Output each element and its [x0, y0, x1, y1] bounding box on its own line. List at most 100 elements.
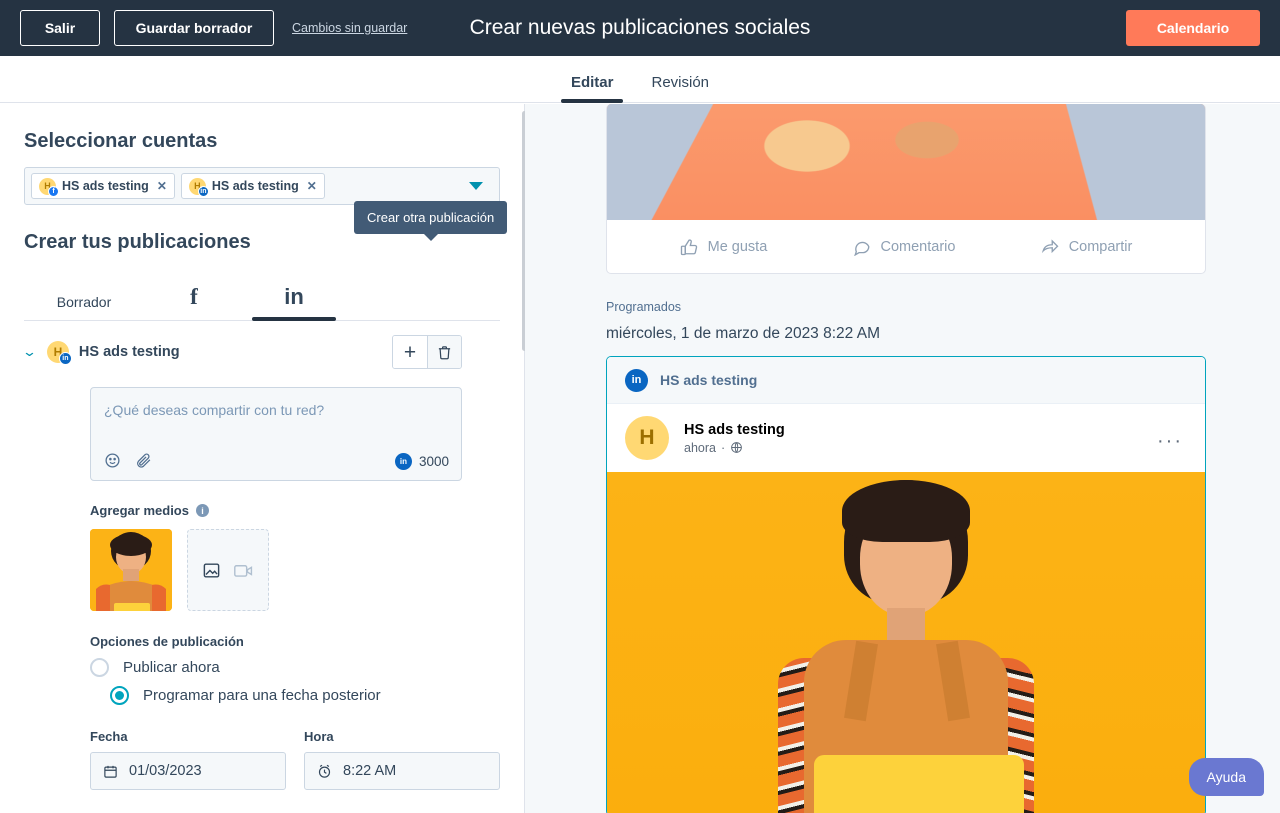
date-label: Fecha	[90, 729, 128, 744]
trash-icon	[438, 345, 451, 359]
linkedin-icon: in	[58, 352, 72, 365]
account-chip-label: HS ads testing	[62, 179, 149, 193]
date-field: Fecha 01/03/2023	[90, 729, 286, 790]
attachment-icon[interactable]	[135, 452, 152, 469]
preview-time: ahora	[684, 440, 716, 455]
account-chip-linkedin[interactable]: H in HS ads testing ✕	[180, 173, 325, 199]
network-tabs: Borrador f in	[24, 276, 500, 321]
like-button[interactable]: Me gusta	[680, 238, 768, 256]
linkedin-icon: in	[197, 185, 209, 197]
radio-publish-now[interactable]: Publicar ahora	[90, 658, 500, 677]
comment-button[interactable]: Comentario	[853, 238, 956, 256]
tab-revision[interactable]: Revisión	[651, 74, 709, 102]
globe-icon	[731, 442, 743, 453]
avatar: H in	[188, 177, 209, 197]
help-button[interactable]: Ayuda	[1188, 758, 1264, 796]
accounts-select[interactable]: H f HS ads testing ✕ H in HS ads testing…	[24, 167, 500, 205]
media-row	[90, 529, 500, 611]
share-button[interactable]: Compartir	[1041, 238, 1133, 256]
info-icon[interactable]: i	[195, 504, 209, 517]
image-icon[interactable]	[202, 561, 221, 580]
time-field: Hora 8:22 AM	[304, 729, 500, 790]
media-dropzone[interactable]	[187, 529, 269, 611]
radio-schedule-later-label: Programar para una fecha posterior	[143, 687, 381, 704]
time-value: 8:22 AM	[343, 763, 397, 779]
preview-menu-button[interactable]: ···	[1157, 430, 1183, 453]
radio-icon[interactable]	[90, 658, 109, 677]
comment-icon	[853, 241, 869, 256]
linkedin-icon: in	[625, 368, 648, 392]
publish-options-label: Opciones de publicación	[90, 634, 244, 649]
network-tab-linkedin[interactable]: in	[244, 284, 344, 321]
chevron-down-icon[interactable]: ⌄	[22, 344, 37, 360]
preview-panel: Me gusta Comentario Compartir Programado…	[525, 104, 1280, 813]
save-draft-button[interactable]: Guardar borrador	[114, 10, 274, 46]
preview-card-header: in HS ads testing	[607, 357, 1205, 404]
preview-card-linkedin[interactable]: in HS ads testing H HS ads testing ahora…	[606, 356, 1206, 813]
post-account-name: HS ads testing	[78, 344, 180, 360]
emoji-icon[interactable]	[104, 452, 121, 469]
preview-card-facebook: Me gusta Comentario Compartir	[606, 104, 1206, 274]
delete-post-button[interactable]	[427, 336, 461, 368]
share-label: Compartir	[1068, 238, 1133, 255]
create-another-post-tooltip: Crear otra publicación	[354, 201, 508, 241]
radio-schedule-later[interactable]: Programar para una fecha posterior	[110, 686, 500, 705]
close-icon[interactable]: ✕	[157, 179, 167, 193]
tab-editar[interactable]: Editar	[561, 74, 623, 103]
post-actions: +	[392, 335, 462, 369]
main-tabs: Editar Revisión	[0, 56, 1280, 103]
account-chip-label: HS ads testing	[211, 179, 299, 193]
close-icon[interactable]: ✕	[307, 179, 317, 193]
network-tab-facebook[interactable]: f	[144, 284, 244, 320]
add-post-button[interactable]: +	[393, 336, 427, 368]
account-chip-facebook[interactable]: H f HS ads testing ✕	[31, 173, 175, 199]
scheduled-date: miércoles, 1 de marzo de 2023 8:22 AM	[606, 325, 880, 342]
date-input[interactable]: 01/03/2023	[90, 752, 286, 790]
exit-button[interactable]: Salir	[20, 10, 100, 46]
calendar-button[interactable]: Calendario	[1126, 10, 1260, 46]
engagement-bar: Me gusta Comentario Compartir	[607, 220, 1205, 273]
scheduled-label: Programados	[606, 300, 682, 314]
video-icon[interactable]	[233, 561, 254, 580]
composer-tools	[104, 452, 152, 469]
time-input[interactable]: 8:22 AM	[304, 752, 500, 790]
preview-image-person	[756, 472, 1056, 813]
radio-icon-selected[interactable]	[110, 686, 129, 705]
calendar-icon	[104, 765, 117, 778]
avatar: H	[625, 416, 669, 460]
facebook-icon: f	[48, 185, 59, 197]
network-tab-borrador[interactable]: Borrador	[24, 294, 144, 320]
preview-author-row: H HS ads testing ahora · ···	[607, 404, 1205, 472]
preview-meta: ahora ·	[684, 441, 785, 455]
date-value: 01/03/2023	[129, 763, 202, 779]
media-thumbnail-image	[90, 529, 172, 611]
preview-separator: ·	[720, 440, 726, 455]
share-icon	[1041, 238, 1059, 253]
preview-header-name: HS ads testing	[660, 372, 758, 388]
character-count-value: 3000	[418, 454, 449, 469]
preview-author-name: HS ads testing	[684, 421, 785, 438]
composer-placeholder: ¿Qué deseas compartir con tu red?	[104, 402, 325, 418]
comment-label: Comentario	[880, 238, 956, 255]
linkedin-icon: in	[394, 453, 412, 470]
preview-post-image	[607, 472, 1205, 813]
add-media-text: Agregar medios	[90, 503, 189, 518]
preview-image-typewriter	[607, 104, 1205, 220]
select-accounts-heading: Seleccionar cuentas	[24, 130, 218, 152]
character-counter: in 3000	[394, 453, 449, 470]
post-editor-card: ⌄ H in HS ads testing + ¿Qué deseas comp…	[22, 321, 500, 790]
unsaved-changes-link[interactable]: Cambios sin guardar	[292, 21, 407, 35]
preview-author-block: HS ads testing ahora ·	[684, 422, 785, 455]
clock-icon	[318, 764, 331, 778]
thumbs-up-icon	[680, 238, 697, 255]
avatar: H f	[39, 177, 59, 197]
add-media-label: Agregar medios i	[90, 503, 500, 518]
radio-publish-now-label: Publicar ahora	[123, 659, 220, 676]
like-label: Me gusta	[707, 238, 768, 255]
avatar: H in	[46, 341, 72, 365]
datetime-row: Fecha 01/03/2023 Hora 8:22 AM	[90, 729, 500, 790]
top-bar: Salir Guardar borrador Cambios sin guard…	[0, 0, 1280, 56]
post-composer[interactable]: ¿Qué deseas compartir con tu red? in 300…	[90, 387, 462, 481]
media-thumbnail[interactable]	[90, 529, 172, 611]
chevron-down-icon[interactable]	[469, 182, 483, 190]
